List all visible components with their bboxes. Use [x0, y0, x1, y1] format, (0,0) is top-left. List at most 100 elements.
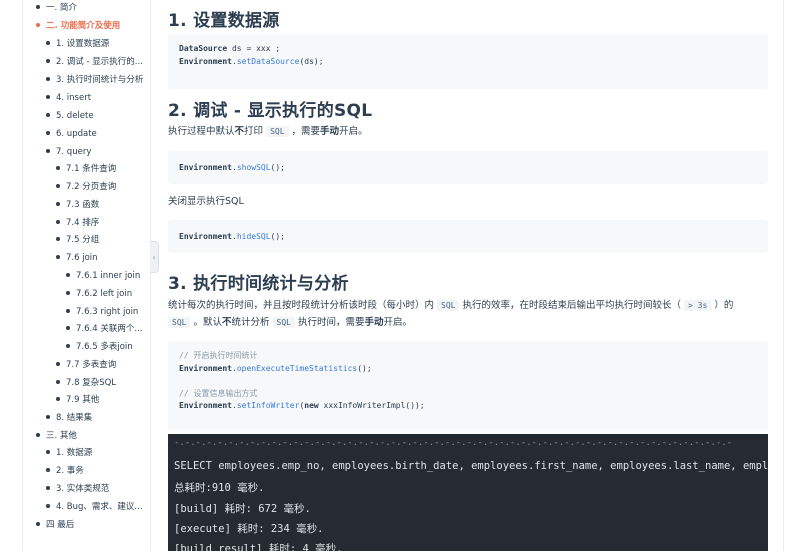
toc-item[interactable]: 2. 调试 - 显示执行的...	[46, 56, 143, 68]
bullet-icon	[56, 201, 60, 206]
toc-item-label: 7.3 函数	[66, 200, 100, 210]
terminal-line: [build] 耗时: 672 毫秒.	[174, 503, 311, 515]
toc-item[interactable]: 7.6 join	[56, 252, 98, 264]
bullet-icon	[56, 254, 60, 259]
text: ）的	[711, 300, 734, 311]
toc-item[interactable]: 3. 执行时间统计与分析	[46, 74, 143, 86]
toc-item-label: 7.6.1 inner join	[76, 271, 141, 281]
bullet-icon	[46, 414, 50, 419]
toc-item-label: 7.5 分组	[66, 235, 100, 245]
toc-item[interactable]: 7.9 其他	[56, 394, 99, 406]
terminal-divider: -.-.-.-.-.-.-.-.-.-.-.-.-.-.-.-.-.-.-.-.…	[174, 438, 733, 448]
toc-item[interactable]: 7.5 分组	[56, 234, 99, 246]
paragraph-statistics-2: SQL 。默认不统计分析 SQL 执行时间，需要手动开启。	[168, 315, 412, 331]
toc-item[interactable]: 7.2 分页查询	[56, 181, 116, 193]
terminal-line: SELECT employees.emp_no, employees.birth…	[174, 460, 768, 472]
toc-item[interactable]: 5. delete	[46, 110, 94, 122]
content-right-border	[783, 0, 784, 551]
bullet-icon	[46, 467, 50, 472]
toc-item-label: 四 最后	[46, 520, 75, 530]
toc-item-label: 4. Bug、需求、建议...	[56, 502, 143, 512]
text: 。默认	[190, 317, 222, 328]
toc-item[interactable]: 一. 简介	[36, 2, 77, 14]
code-comment: // 开启执行时间统计	[179, 351, 258, 360]
text: 统计每次的执行时间，并且按时段统计分析该时段（每小时）内	[168, 300, 438, 311]
inline-code: SQL	[266, 126, 289, 137]
section-title-debug: 2. 调试 - 显示执行的SQL	[168, 101, 373, 121]
sidebar-collapse-button[interactable]: ‹	[150, 241, 159, 273]
toc-item[interactable]: 1. 数据源	[46, 447, 92, 459]
toc-item[interactable]: 4. insert	[46, 92, 91, 104]
toc-item[interactable]: 2. 事务	[46, 465, 84, 477]
toc-item-label: 1. 设置数据源	[56, 39, 110, 49]
text: 开启。	[339, 126, 368, 137]
toc-item[interactable]: 7.6.5 多表join	[66, 341, 133, 353]
toc-item-label: 7.2 分页查询	[66, 182, 117, 192]
toc-item-label: 7.6 join	[66, 253, 98, 263]
sidebar-guide-line	[22, 0, 23, 551]
toc-item-label: 7.6.5 多表join	[76, 342, 133, 352]
section-title-datasource: 1. 设置数据源	[168, 11, 280, 31]
toc-item[interactable]: 3. 实体类规范	[46, 483, 109, 495]
toc-item[interactable]: 7.1 条件查询	[56, 163, 116, 175]
toc-item-label: 4. insert	[56, 93, 92, 103]
bullet-icon	[36, 521, 40, 526]
toc-item-label: 7.7 多表查询	[66, 360, 117, 370]
toc-item[interactable]: 4. Bug、需求、建议...	[46, 501, 143, 513]
toc-item-label: 8. 结果集	[56, 413, 93, 423]
code-line: Environment.hideSQL();	[179, 232, 285, 241]
bullet-icon	[46, 94, 50, 99]
toc-item[interactable]: 7. query	[46, 146, 91, 158]
toc-item[interactable]: 1. 设置数据源	[46, 38, 109, 50]
bold-text: 不	[221, 317, 232, 328]
inline-code: SQL	[168, 317, 191, 328]
bullet-icon	[36, 4, 40, 9]
text: 执行的效率，在时段结束后输出平均执行时间较长（	[459, 300, 685, 311]
code-line: DataSource ds = xxx ;	[179, 44, 281, 53]
toc-item[interactable]: 7.8 复杂SQL	[56, 377, 116, 389]
toc-item[interactable]: 7.6.3 right join	[66, 306, 138, 318]
toc-item-label: 7.6.3 right join	[76, 307, 139, 317]
toc-item-label: 一. 简介	[46, 3, 77, 13]
bullet-icon	[66, 325, 70, 330]
chevron-left-icon: ‹	[152, 252, 156, 262]
toc-item-label: 1. 数据源	[56, 448, 93, 458]
terminal-line: [build_result] 耗时: 4 毫秒.	[174, 543, 343, 551]
inline-code: SQL	[437, 300, 460, 311]
toc-item-label: 7.6.2 left join	[76, 289, 133, 299]
toc-item-label: 3. 执行时间统计与分析	[56, 75, 144, 85]
bullet-icon	[56, 183, 60, 188]
bullet-icon	[56, 396, 60, 401]
toc-item[interactable]: 7.6.4 关联两个...	[66, 323, 142, 335]
bullet-icon	[36, 22, 40, 27]
text: ，需要	[288, 126, 321, 137]
terminal-line: 总耗时:910 毫秒.	[174, 482, 265, 494]
toc-item-label: 3. 实体类规范	[56, 484, 110, 494]
toc-item[interactable]: 二. 功能简介及使用	[36, 20, 120, 32]
terminal-line: [execute] 耗时: 234 毫秒.	[174, 523, 324, 535]
text: 统计分析	[231, 317, 273, 328]
toc-item[interactable]: 6. update	[46, 128, 97, 140]
toc-item[interactable]: 7.7 多表查询	[56, 359, 116, 371]
toc-item[interactable]: 7.6.2 left join	[66, 288, 132, 300]
toc-item[interactable]: 7.4 排序	[56, 217, 99, 229]
paragraph-hidesql: 关闭显示执行SQL	[168, 196, 244, 207]
bullet-icon	[46, 112, 50, 117]
bold-text: 手动	[364, 317, 384, 328]
text: 开启。	[383, 317, 413, 328]
toc-item-label: 7.9 其他	[66, 395, 100, 405]
toc-item[interactable]: 8. 结果集	[46, 412, 92, 424]
code-block-showsql: Environment.showSQL();	[168, 151, 768, 184]
bullet-icon	[46, 40, 50, 45]
toc-item-label: 2. 事务	[56, 466, 84, 476]
code-line: Environment.setDataSource(ds);	[179, 56, 324, 66]
toc-item[interactable]: 三. 其他	[36, 430, 77, 442]
toc-item[interactable]: 四 最后	[36, 519, 74, 531]
toc-item[interactable]: 7.3 函数	[56, 199, 99, 211]
text: 执行过程中默认	[168, 126, 235, 137]
terminal-output: -.-.-.-.-.-.-.-.-.-.-.-.-.-.-.-.-.-.-.-.…	[168, 434, 768, 551]
toc-item[interactable]: 7.6.1 inner join	[66, 270, 140, 282]
inline-code: > 3s	[684, 300, 712, 311]
paragraph-debug: 执行过程中默认不打印 SQL ，需要手动开启。	[168, 124, 368, 140]
bullet-icon	[66, 290, 70, 295]
